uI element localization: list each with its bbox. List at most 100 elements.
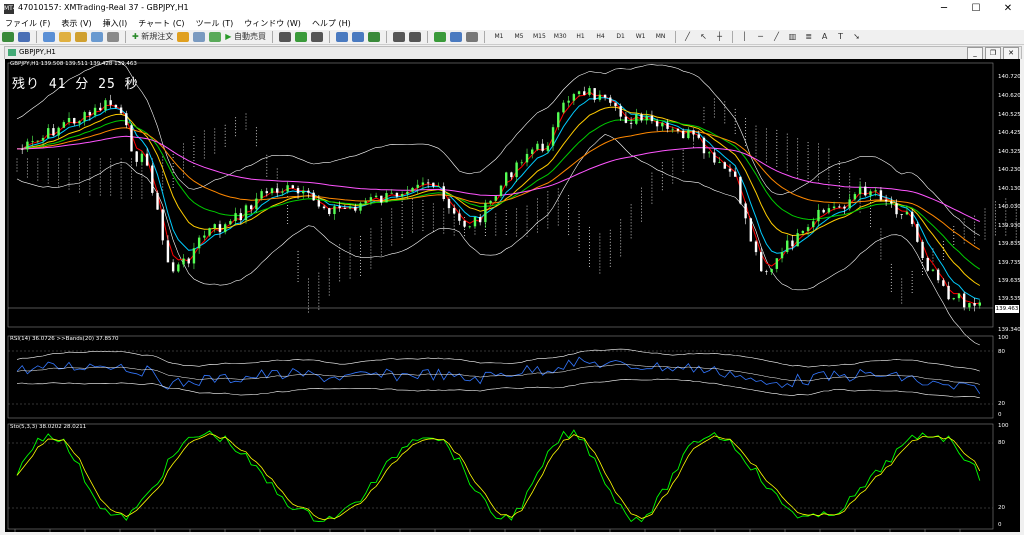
periods-icon[interactable] [449, 32, 462, 42]
timeframe-mn[interactable]: MN [655, 31, 667, 43]
menu-tools[interactable]: ツール (T) [191, 17, 240, 30]
cloud-dot [672, 179, 674, 181]
tile-windows-icon[interactable] [367, 32, 380, 42]
cloud-dot [755, 152, 757, 154]
minimize-icon[interactable]: ─ [928, 0, 960, 17]
zoom-in-icon[interactable] [335, 32, 348, 42]
cloud-dot [297, 278, 299, 279]
line-tool-icon[interactable]: ╱ [682, 31, 694, 43]
arrows-icon[interactable]: ➘ [851, 31, 863, 43]
title-bar: MT4 47010157: XMTrading-Real 37 - GBPJPY… [0, 0, 1024, 18]
cloud-dot [318, 287, 320, 289]
candle-body [223, 224, 227, 233]
timeframe-m1[interactable]: M1 [493, 31, 505, 43]
menu-file[interactable]: ファイル (F) [0, 17, 56, 30]
chart-shift-icon[interactable] [408, 32, 421, 42]
cloud-dot [786, 169, 788, 171]
candle-body [718, 162, 721, 163]
signals-icon[interactable] [193, 32, 206, 42]
timeframe-w1[interactable]: W1 [635, 31, 647, 43]
timeframe-d1[interactable]: D1 [615, 31, 627, 43]
navigator-icon[interactable] [75, 32, 87, 42]
cloud-dot [58, 185, 60, 187]
cloud-dot [942, 244, 944, 245]
crosshair-icon[interactable]: ┼ [714, 31, 726, 43]
market-watch-icon[interactable] [43, 32, 55, 42]
cloud-dot [266, 166, 268, 168]
line-chart-icon[interactable] [310, 32, 323, 42]
cloud-dot [776, 135, 778, 137]
bar-chart-icon[interactable] [278, 32, 291, 42]
candle-body [374, 195, 378, 198]
new-chart-icon[interactable] [2, 32, 14, 42]
cloud-dot [495, 225, 497, 227]
cloud-dot [183, 161, 185, 163]
cloud-dot [401, 207, 403, 209]
label-tool-icon[interactable]: T [835, 31, 847, 43]
cloud-dot [432, 215, 434, 217]
new-order-button[interactable]: ✚ 新規注文 [132, 31, 173, 43]
cloud-dot [401, 231, 403, 233]
menu-insert[interactable]: 挿入(I) [98, 17, 134, 30]
candlestick-icon[interactable] [294, 32, 307, 42]
trendline-icon[interactable]: ╱ [771, 31, 783, 43]
text-tool-button[interactable]: A [819, 31, 831, 43]
cloud-dot [110, 161, 112, 163]
templates-icon[interactable] [465, 32, 478, 42]
indicators-icon[interactable] [433, 32, 446, 42]
cloud-dot [401, 210, 403, 212]
cloud-dot [359, 253, 361, 255]
cloud-dot [89, 170, 91, 172]
profiles-icon[interactable] [18, 32, 30, 42]
tester-icon[interactable] [107, 32, 119, 42]
timeframe-h1[interactable]: H1 [575, 31, 587, 43]
vertical-line-icon[interactable]: │ [739, 31, 751, 43]
cloud-dot [120, 164, 122, 166]
cloud-dot [651, 190, 653, 192]
timeframe-m5[interactable]: M5 [513, 31, 525, 43]
cloud-dot [557, 191, 559, 193]
menu-chart[interactable]: チャート (C) [133, 17, 190, 30]
channel-icon[interactable]: ▥ [787, 31, 799, 43]
cloud-dot [68, 164, 70, 166]
menu-view[interactable]: 表示 (V) [56, 17, 97, 30]
cloud-dot [89, 182, 91, 184]
candle-body [598, 94, 602, 100]
terminal-icon[interactable] [91, 32, 103, 42]
close-icon[interactable]: ✕ [992, 0, 1024, 17]
cloud-dot [880, 249, 882, 251]
candle-body [192, 248, 196, 264]
timeframe-m30[interactable]: M30 [554, 31, 567, 43]
market-icon[interactable] [209, 32, 222, 42]
meta-editor-icon[interactable] [177, 32, 190, 42]
timeframe-h4[interactable]: H4 [595, 31, 607, 43]
cloud-dot [401, 228, 403, 230]
cursor-icon[interactable]: ↖ [698, 31, 710, 43]
cloud-dot [776, 141, 778, 143]
zoom-out-icon[interactable] [351, 32, 364, 42]
auto-scroll-icon[interactable] [392, 32, 405, 42]
rsi-panel-header: RSI(14) 36.0726 >>Bands(20) 37.8570 [10, 336, 119, 342]
cloud-dot [505, 227, 507, 229]
menu-help[interactable]: ヘルプ (H) [307, 17, 357, 30]
cloud-dot [755, 137, 757, 139]
cloud-dot [266, 172, 268, 174]
panel-frames [7, 62, 994, 530]
fibonacci-icon[interactable]: ≣ [803, 31, 815, 43]
cloud-dot [255, 142, 257, 144]
candle-body [655, 121, 659, 127]
horizontal-line-icon[interactable]: ─ [755, 31, 767, 43]
cloud-dot [110, 182, 112, 184]
cloud-dot [578, 220, 580, 221]
timeframe-m15[interactable]: M15 [533, 31, 546, 43]
cloud-dot [380, 221, 382, 223]
auto-trading-button[interactable]: ▶ 自動売買 [225, 31, 266, 43]
green-ma-line [17, 119, 981, 270]
cloud-dot [786, 145, 788, 147]
chart-area[interactable] [5, 59, 1020, 532]
maximize-icon[interactable]: ☐ [960, 0, 992, 17]
data-window-icon[interactable] [59, 32, 71, 42]
cloud-dot [641, 199, 643, 201]
menu-window[interactable]: ウィンドウ (W) [239, 17, 307, 30]
cloud-dot [68, 170, 70, 172]
